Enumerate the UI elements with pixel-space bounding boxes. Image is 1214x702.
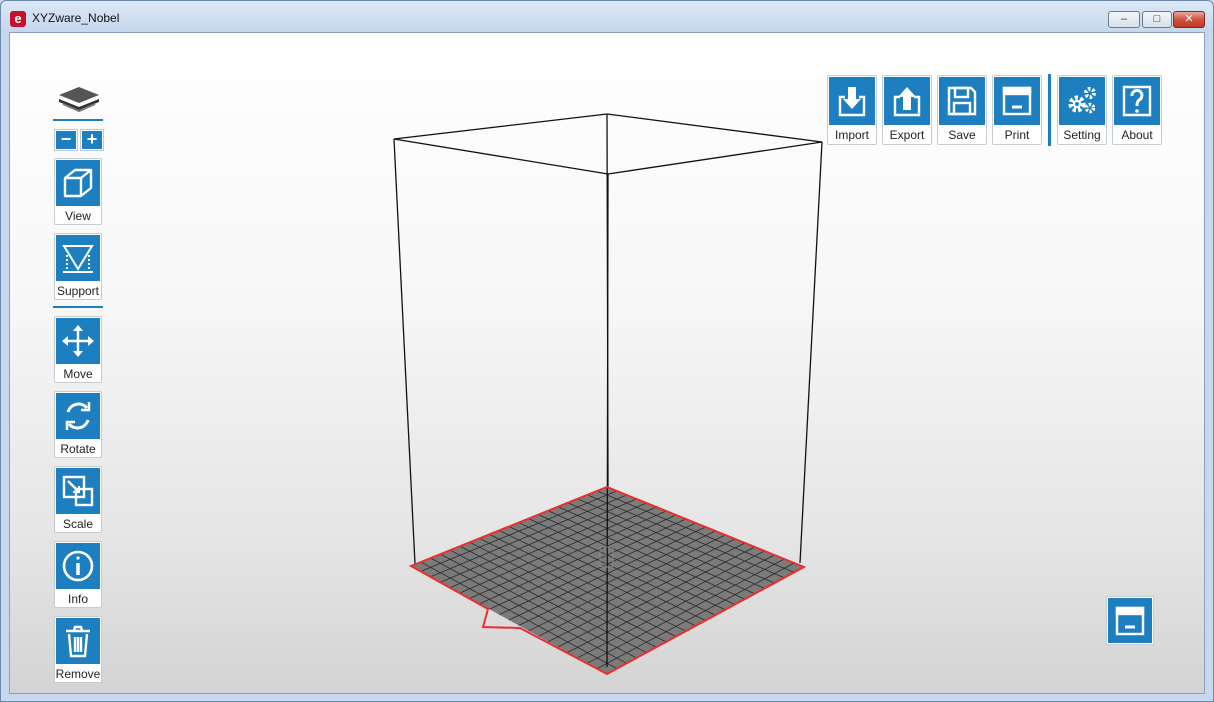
rotate-icon: [56, 393, 100, 439]
close-button[interactable]: ✕: [1173, 11, 1205, 28]
maximize-button[interactable]: □: [1142, 11, 1172, 28]
preview-window-icon: [1108, 598, 1152, 643]
import-label: Import: [834, 128, 869, 142]
workspace: − + View Support Move Rotate Scale Info …: [9, 32, 1205, 694]
move-button[interactable]: Move: [54, 316, 102, 383]
rotate-label: Rotate: [60, 442, 96, 456]
title-bar[interactable]: e XYZware_Nobel – □ ✕: [1, 1, 1213, 32]
print-icon: [994, 77, 1040, 125]
export-button[interactable]: Export: [882, 75, 932, 145]
about-label: About: [1121, 128, 1153, 142]
zoom-in-button[interactable]: +: [80, 129, 104, 151]
export-icon: [884, 77, 930, 125]
toolbar-separator: [53, 119, 103, 121]
remove-button[interactable]: Remove: [54, 616, 102, 683]
support-icon: [56, 235, 100, 281]
move-arrows-icon: [56, 318, 100, 364]
info-icon: [56, 543, 100, 589]
minimize-button[interactable]: –: [1108, 11, 1140, 28]
scale-icon: [56, 468, 100, 514]
support-button[interactable]: Support: [54, 233, 102, 300]
print-button[interactable]: Print: [992, 75, 1042, 145]
window-title: XYZware_Nobel: [32, 11, 120, 25]
scale-label: Scale: [62, 517, 94, 531]
zoom-out-button[interactable]: −: [54, 129, 78, 151]
view-button[interactable]: View: [54, 158, 102, 225]
rotate-button[interactable]: Rotate: [54, 391, 102, 458]
help-icon: [1114, 77, 1160, 125]
setting-label: Setting: [1063, 128, 1101, 142]
toolbar-separator: [53, 306, 103, 308]
cube-icon: [56, 160, 100, 206]
about-button[interactable]: About: [1112, 75, 1162, 145]
print-label: Print: [1004, 128, 1030, 142]
trash-icon: [56, 618, 100, 664]
save-button[interactable]: Save: [937, 75, 987, 145]
xyz-logo-icon: e: [10, 11, 26, 27]
import-button[interactable]: Import: [827, 75, 877, 145]
support-label: Support: [56, 284, 100, 298]
import-icon: [829, 77, 875, 125]
view-label: View: [65, 209, 91, 223]
layers-icon: [59, 87, 99, 113]
save-icon: [939, 77, 985, 125]
move-label: Move: [63, 367, 93, 381]
export-label: Export: [889, 128, 925, 142]
gears-icon: [1059, 77, 1105, 125]
save-label: Save: [948, 128, 976, 142]
info-button[interactable]: Info: [54, 541, 102, 608]
setting-button[interactable]: Setting: [1057, 75, 1107, 145]
preview-button[interactable]: [1106, 596, 1154, 645]
remove-label: Remove: [55, 667, 101, 681]
toolbar-divider: [1048, 74, 1051, 146]
info-label: Info: [67, 592, 88, 606]
scale-button[interactable]: Scale: [54, 466, 102, 533]
app-window: e XYZware_Nobel – □ ✕ − + View Support M…: [0, 0, 1214, 702]
